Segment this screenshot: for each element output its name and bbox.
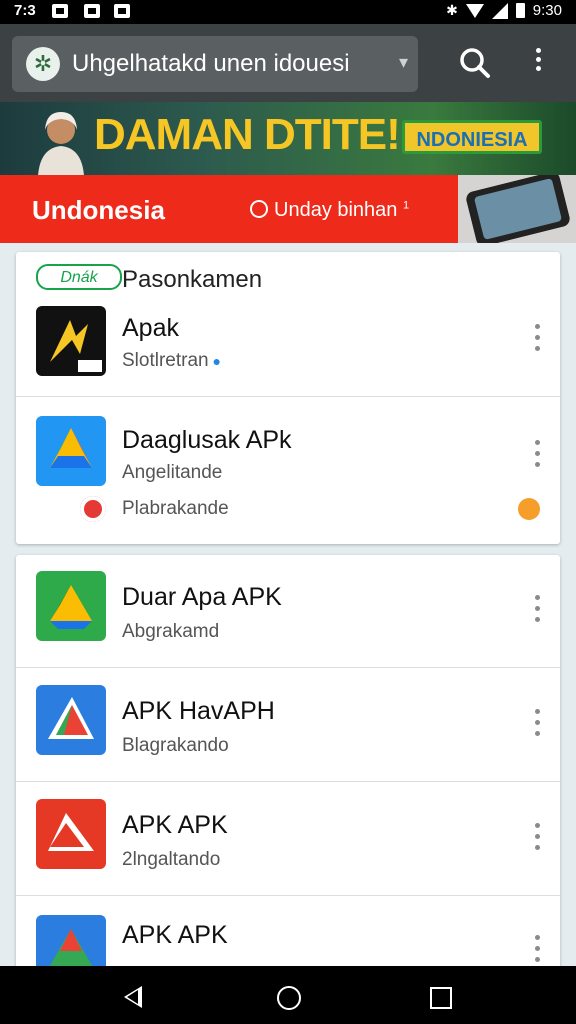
clock-icon xyxy=(250,200,268,218)
status-time-right: 9:30 xyxy=(532,2,562,19)
app-title: Apak xyxy=(122,314,179,342)
app-bar: ✲ Uhgelhatakd unen idouesi ▾ xyxy=(0,24,576,102)
blue-triangle-app-icon xyxy=(36,685,106,755)
green-drive-app-icon xyxy=(36,571,106,641)
more-options-icon[interactable] xyxy=(530,595,544,629)
recent-apps-icon[interactable] xyxy=(430,987,452,1009)
battery-icon xyxy=(515,3,525,18)
promo-text: Unday binhan 1 xyxy=(250,199,409,222)
search-text: Uhgelhatakd unen idouesi xyxy=(72,50,350,77)
promo-banner-top[interactable]: DAMAN DTITE! NDONIESIA xyxy=(0,102,576,175)
bluetooth-icon: ✱ xyxy=(446,2,458,18)
more-options-icon[interactable] xyxy=(530,823,544,857)
section-card-1: Dnák Pasonkamen Apak Slotlretran ● Daagl… xyxy=(16,252,560,544)
mail-icon xyxy=(84,4,100,18)
app-title: APK APK xyxy=(122,811,228,839)
app-subtitle: 2lngaltando xyxy=(122,849,221,870)
app-subtitle: Blagrakando xyxy=(122,735,229,756)
status-bar: 7:3 ✱ 9:30 xyxy=(0,0,576,24)
promo-label: Unday binhan xyxy=(274,199,398,221)
message-icon xyxy=(114,4,130,18)
section-tag: Dnák xyxy=(36,264,122,290)
home-icon[interactable] xyxy=(277,986,301,1010)
app-title: APK APK xyxy=(122,921,228,949)
promo-banner-red[interactable]: Undonesia Unday binhan 1 xyxy=(0,175,576,243)
app-title: Daaglusak APk xyxy=(122,426,292,454)
back-icon[interactable] xyxy=(124,986,142,1008)
more-options-icon[interactable] xyxy=(526,48,550,80)
app-subtitle: Abgrakamd xyxy=(122,621,220,642)
section-title: Pasonkamen xyxy=(122,266,263,293)
app-subtitle: Angelitande xyxy=(122,462,223,483)
compass-logo-icon: ✲ xyxy=(26,47,60,81)
signal-icon xyxy=(491,2,508,19)
status-time-left: 7:3 xyxy=(14,2,36,19)
search-icon[interactable] xyxy=(458,46,492,80)
app-title: Duar Apa APK xyxy=(122,583,282,611)
wifi-icon xyxy=(465,3,484,18)
list-item[interactable]: Apak Slotlretran ● xyxy=(16,294,560,397)
list-item[interactable]: Duar Apa APK Abgrakamd xyxy=(16,555,560,668)
notification-icon xyxy=(52,4,68,18)
system-nav-bar xyxy=(0,966,576,1024)
more-options-icon[interactable] xyxy=(530,709,544,743)
person-illustration xyxy=(38,112,84,175)
developer-badge-icon xyxy=(80,496,106,522)
verified-icon: ● xyxy=(208,353,221,369)
more-options-icon[interactable] xyxy=(530,935,544,969)
list-item[interactable]: Daaglusak APk Angelitande Plabrakande xyxy=(16,396,560,544)
app-title: APK HavAPH xyxy=(122,697,275,725)
section-card-2: Duar Apa APK Abgrakamd APK HavAPH Blagra… xyxy=(16,555,560,985)
red-triangle-app-icon xyxy=(36,799,106,869)
banner-headline: DAMAN DTITE! xyxy=(94,110,401,159)
list-item[interactable]: APK APK 2lngaltando xyxy=(16,781,560,896)
orange-status-icon xyxy=(518,498,540,520)
more-options-icon[interactable] xyxy=(530,440,544,474)
brand-name: Undonesia xyxy=(32,195,165,225)
app-developer: Plabrakande xyxy=(122,498,229,519)
blue-drive-app-icon xyxy=(36,416,106,486)
search-field[interactable]: ✲ Uhgelhatakd unen idouesi ▾ xyxy=(12,36,418,92)
chevron-down-icon[interactable]: ▾ xyxy=(399,52,408,73)
yellow-lightning-app-icon xyxy=(36,306,106,376)
list-item[interactable]: APK HavAPH Blagrakando xyxy=(16,667,560,782)
banner-badge: NDONIESIA xyxy=(402,120,542,154)
more-options-icon[interactable] xyxy=(530,324,544,358)
app-subtitle: Slotlretran ● xyxy=(122,350,221,371)
